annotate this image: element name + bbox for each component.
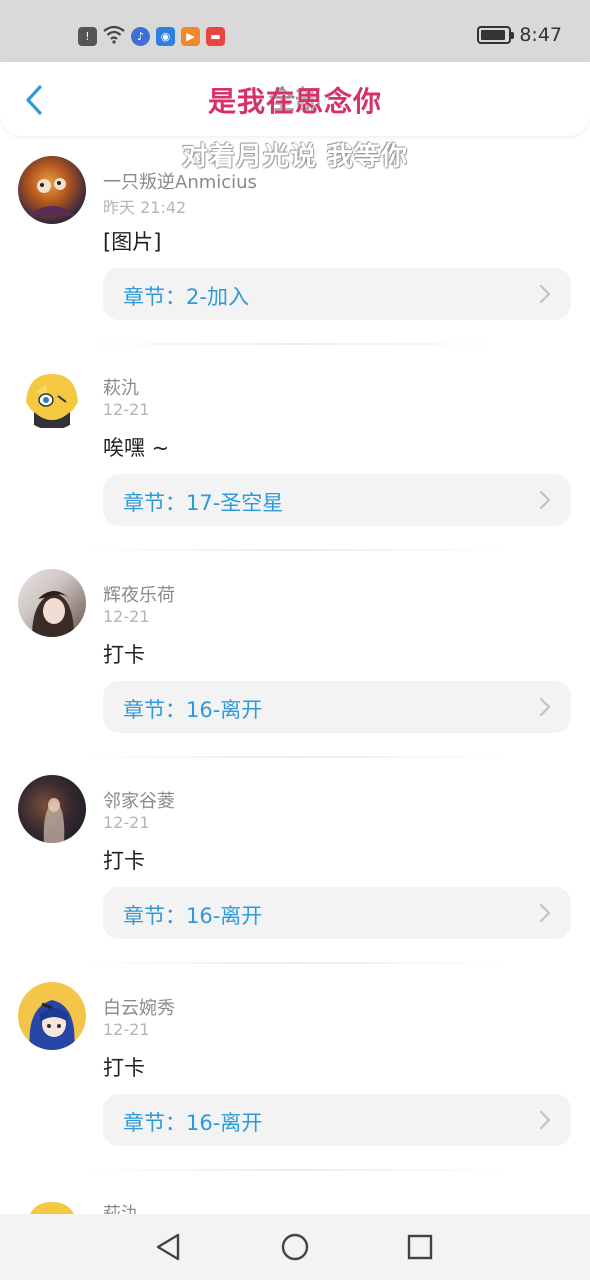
circle-home-icon	[281, 1233, 309, 1261]
nav-home-button[interactable]	[279, 1231, 311, 1263]
chapter-label: 章节：16-离开	[123, 904, 263, 928]
comment-item: 白云婉秀 12-21 打卡 章节：16-离开	[0, 966, 590, 1172]
divider	[80, 962, 510, 964]
navigation-bar	[0, 1214, 590, 1280]
avatar[interactable]	[18, 982, 86, 1050]
avatar[interactable]	[18, 362, 86, 430]
avatar[interactable]	[18, 569, 86, 637]
username[interactable]: 邻家谷菱	[103, 787, 175, 813]
store-app-icon: ▬	[206, 27, 225, 46]
chevron-right-icon	[539, 903, 551, 923]
chevron-right-icon	[539, 284, 551, 304]
chapter-link[interactable]: 章节：16-离开	[103, 681, 571, 733]
chevron-right-icon	[539, 490, 551, 510]
chapter-link[interactable]: 章节：17-圣空星	[103, 474, 571, 526]
comment-time: 12-21	[103, 813, 150, 832]
username[interactable]: 白云婉秀	[103, 994, 175, 1020]
divider	[80, 549, 510, 551]
nav-back-button[interactable]	[152, 1231, 184, 1263]
triangle-back-icon	[156, 1233, 180, 1261]
video-app-icon: ▶	[181, 27, 200, 46]
alert-icon: !	[78, 27, 97, 46]
header: 全部 是我在思念你	[0, 62, 590, 136]
comment-item: 邻家谷菱 12-21 打卡 章节：16-离开	[0, 759, 590, 965]
comment-content[interactable]: 打卡	[103, 1052, 145, 1082]
divider	[80, 343, 510, 345]
comment-time: 12-21	[103, 1020, 150, 1039]
comment-item: 萩氿 12-21 唉嘿 ~ 章节：17-圣空星	[0, 346, 590, 552]
page-title: 是我在思念你	[207, 85, 382, 118]
comment-content[interactable]: [图片]	[103, 226, 161, 256]
battery-icon	[477, 26, 515, 44]
chapter-link[interactable]: 章节：2-加入	[103, 268, 571, 320]
divider	[80, 756, 510, 758]
wifi-icon	[103, 25, 125, 48]
comment-time: 12-21	[103, 400, 150, 419]
chapter-label: 章节：16-离开	[123, 1111, 263, 1135]
chevron-right-icon	[539, 697, 551, 717]
divider	[80, 1169, 510, 1171]
subtitle-overlay: 对着月光说 我等你	[181, 142, 409, 172]
chapter-label: 章节：17-圣空星	[123, 491, 284, 515]
comment-time: 昨天 21:42	[103, 198, 187, 217]
comment-time: 12-21	[103, 607, 150, 626]
notification-icons: ! ♪ ◉ ▶ ▬	[78, 25, 225, 48]
square-recent-icon	[407, 1234, 433, 1260]
music-app-icon: ♪	[131, 27, 150, 46]
chapter-label: 章节：2-加入	[123, 285, 249, 309]
comment-content[interactable]: 打卡	[103, 639, 145, 669]
comment-content[interactable]: 打卡	[103, 845, 145, 875]
status-bar: ! ♪ ◉ ▶ ▬ 8:47	[0, 0, 590, 62]
clock: 8:47	[519, 24, 562, 46]
lightbulb-app-icon: ◉	[156, 27, 175, 46]
avatar[interactable]	[18, 775, 86, 843]
comment-content[interactable]: 唉嘿 ~	[103, 432, 169, 462]
comment-item: 辉夜乐荷 12-21 打卡 章节：16-离开	[0, 553, 590, 759]
chapter-label: 章节：16-离开	[123, 698, 263, 722]
chapter-link[interactable]: 章节：16-离开	[103, 887, 571, 939]
username[interactable]: 萩氿	[103, 374, 139, 400]
chevron-right-icon	[539, 1110, 551, 1130]
chapter-link[interactable]: 章节：16-离开	[103, 1094, 571, 1146]
username[interactable]: 辉夜乐荷	[103, 581, 175, 607]
nav-recent-button[interactable]	[404, 1231, 436, 1263]
